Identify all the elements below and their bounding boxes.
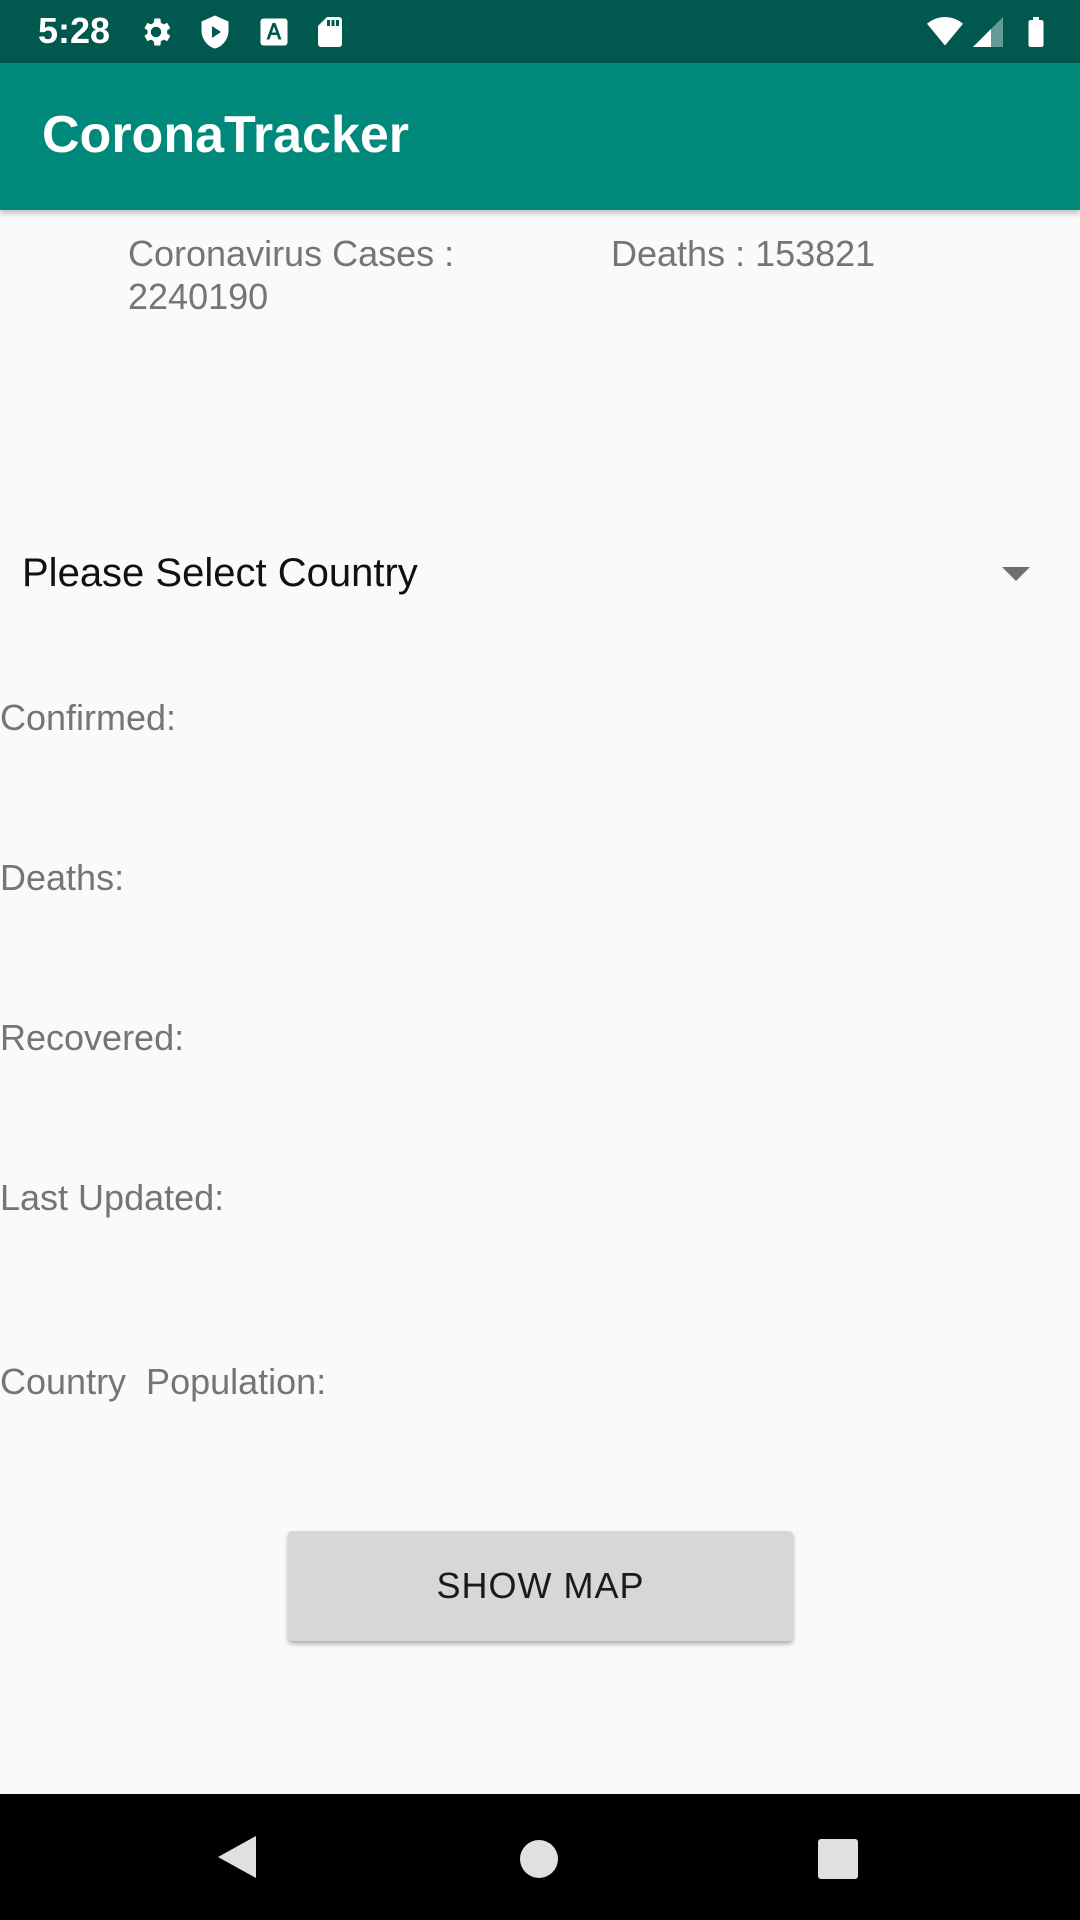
font-a-icon <box>260 18 288 46</box>
app-bar: CoronaTracker <box>0 63 1080 210</box>
back-icon[interactable] <box>212 1832 262 1882</box>
country-population-label: Country Population: <box>0 1361 327 1402</box>
last-updated-label: Last Updated: <box>0 1177 225 1218</box>
country-select[interactable]: Please Select Country <box>0 545 1080 611</box>
navigation-bar <box>0 1794 1080 1920</box>
app-title: CoronaTracker <box>42 106 410 164</box>
shield-play-icon <box>201 15 229 49</box>
recents-icon[interactable] <box>816 1837 860 1881</box>
deaths-label: Deaths: <box>0 857 125 898</box>
dropdown-arrow-icon <box>1002 567 1030 581</box>
gear-icon <box>144 18 171 46</box>
status-time: 5:28 <box>38 10 111 51</box>
show-map-button[interactable]: SHOW MAP <box>288 1531 793 1641</box>
status-bar: 5:28 <box>0 0 1080 63</box>
recovered-label: Recovered: <box>0 1017 185 1058</box>
cases-value: 2240190 <box>128 276 269 317</box>
deaths-summary: Deaths : 153821 <box>611 233 876 274</box>
sd-card-icon <box>318 17 342 47</box>
confirmed-label: Confirmed: <box>0 697 177 738</box>
cases-label: Coronavirus Cases : <box>128 233 455 274</box>
battery-icon <box>1028 17 1044 47</box>
coronavirus-cases-summary: Coronavirus Cases : 2240190 <box>128 232 488 318</box>
signal-icon <box>973 17 1003 47</box>
home-icon[interactable] <box>516 1836 562 1882</box>
wifi-icon <box>927 17 963 46</box>
country-select-value: Please Select Country <box>22 551 418 595</box>
